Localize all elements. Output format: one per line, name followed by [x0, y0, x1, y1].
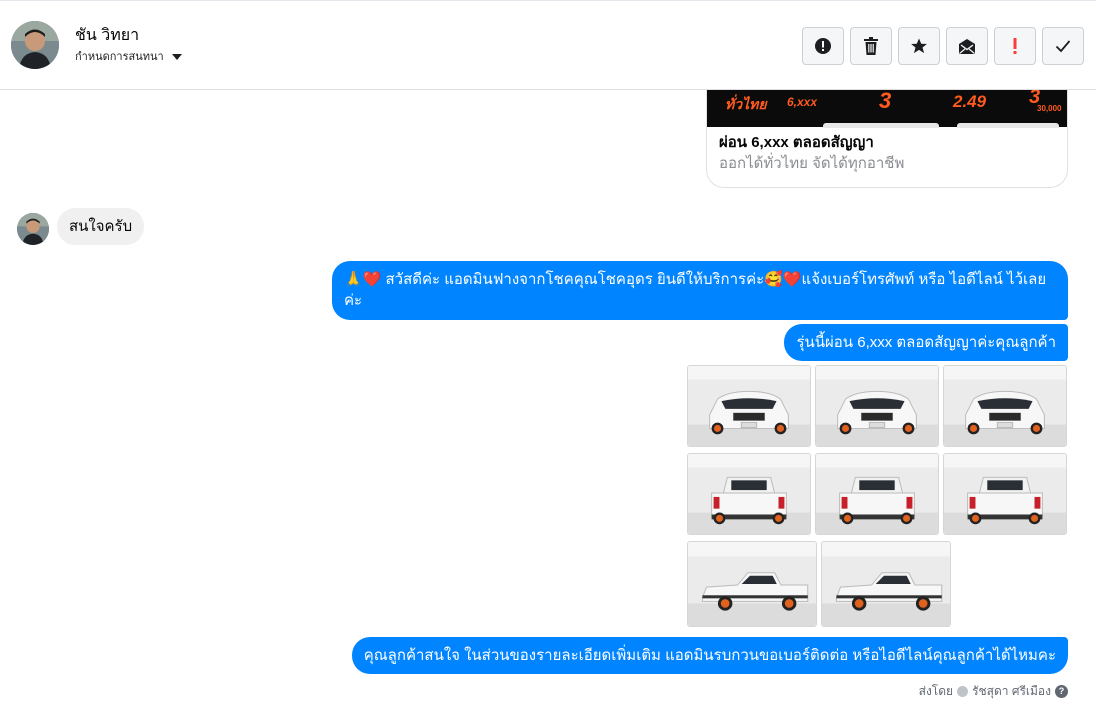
trash-icon — [864, 37, 878, 55]
car-image — [816, 366, 938, 446]
ad-banner-rate: 2.49 — [953, 92, 987, 111]
sent-by-name[interactable]: รัชสุดา ศรีเมือง — [972, 682, 1051, 701]
car-photo[interactable] — [687, 365, 811, 447]
ad-banner-image: ทั่วไทย 6,xxx 3 2.49 3 30,000 — [707, 90, 1067, 128]
contact-name: ชัน วิทยา — [75, 27, 140, 44]
caret-down-icon — [171, 53, 182, 60]
important-button[interactable] — [994, 27, 1036, 65]
ad-banner-text: ทั่วไทย — [725, 96, 767, 112]
alert-circle-icon — [815, 38, 831, 54]
envelope-icon — [959, 39, 975, 54]
conversation-header: ชัน วิทยา กำหนดการสนทนา — [0, 0, 1096, 90]
help-icon[interactable]: ? — [1055, 685, 1068, 698]
done-button[interactable] — [1042, 27, 1084, 65]
exclamation-icon — [1013, 38, 1017, 54]
report-button[interactable] — [802, 27, 844, 65]
star-icon — [911, 38, 927, 54]
mark-unread-button[interactable] — [946, 27, 988, 65]
car-image — [816, 454, 938, 534]
car-image — [822, 542, 950, 626]
outgoing-message[interactable]: รุ่นนี้ผ่อน 6,xxx ตลอดสัญญาค่ะคุณลูกค้า — [784, 324, 1068, 361]
outgoing-message[interactable]: คุณลูกค้าสนใจ ในส่วนของรายละเอียดเพิ่มเต… — [351, 637, 1068, 674]
sent-by-info: ส่งโดย รัชสุดา ศรีเมือง ? — [919, 682, 1068, 701]
car-photo[interactable] — [943, 453, 1067, 535]
car-photo[interactable] — [815, 453, 939, 535]
car-image — [688, 454, 810, 534]
ad-banner-price: 6,xxx — [787, 95, 818, 109]
outgoing-message[interactable]: 🙏❤️ สวัสดีค่ะ แอดมินฟางจากโชคคุณโชคอุดร … — [332, 261, 1068, 320]
assign-conversation-dropdown[interactable]: กำหนดการสนทนา — [75, 47, 182, 65]
incoming-message[interactable]: สนใจครับ — [57, 208, 145, 245]
sent-by-prefix: ส่งโดย — [918, 684, 954, 698]
car-photo[interactable] — [687, 541, 817, 627]
delete-button[interactable] — [850, 27, 892, 65]
car-image — [944, 366, 1066, 446]
star-button[interactable] — [898, 27, 940, 65]
assign-conversation-label: กำหนดการสนทนา — [75, 51, 164, 63]
car-photo[interactable] — [943, 365, 1067, 447]
sender-avatar[interactable] — [17, 213, 49, 245]
car-image — [688, 542, 816, 626]
ad-subtitle: ออกได้ทั่วไทย จัดได้ทุกอาชีพ — [719, 155, 905, 172]
car-photo[interactable] — [821, 541, 951, 627]
car-image — [688, 366, 810, 446]
ad-banner-small: 30,000 — [1037, 104, 1062, 113]
car-photo[interactable] — [815, 365, 939, 447]
car-image — [944, 454, 1066, 534]
ad-banner-number: 3 — [879, 90, 892, 113]
ad-preview-card[interactable]: ทั่วไทย 6,xxx 3 2.49 3 30,000 ผ่อน 6,xxx… — [706, 90, 1068, 188]
header-actions — [802, 27, 1084, 65]
check-icon — [1055, 40, 1071, 53]
contact-avatar[interactable] — [11, 21, 59, 69]
message-thread[interactable]: ทั่วไทย 6,xxx 3 2.49 3 30,000 ผ่อน 6,xxx… — [0, 90, 1096, 708]
page-icon — [957, 686, 969, 697]
ad-banner-divider — [957, 123, 1059, 128]
ad-banner-divider — [823, 123, 939, 128]
car-photo[interactable] — [687, 453, 811, 535]
